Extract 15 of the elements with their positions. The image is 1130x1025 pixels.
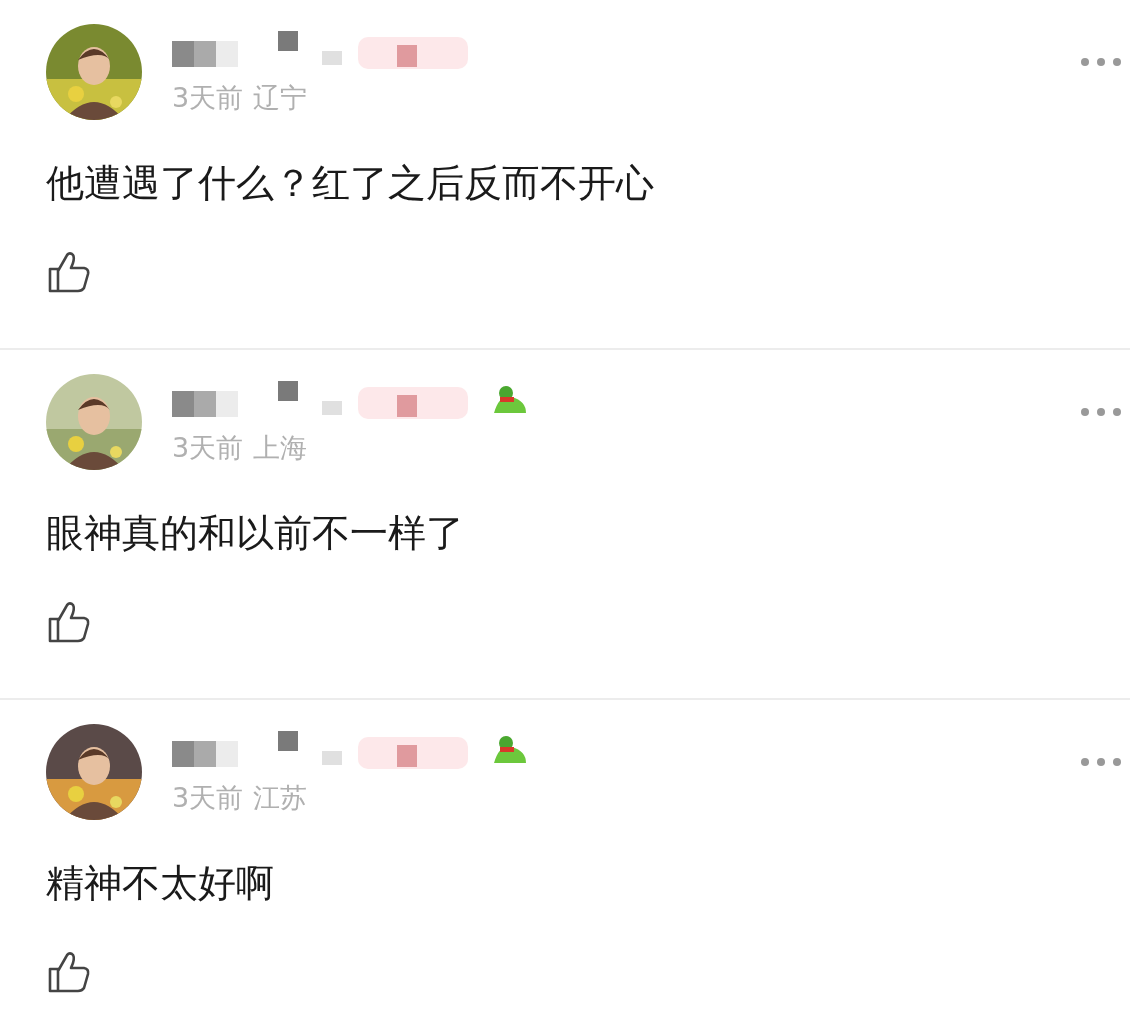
comment-text: 精神不太好啊: [46, 860, 274, 907]
thumbs-up-icon[interactable]: [46, 599, 92, 645]
comment-text: 眼神真的和以前不一样了: [46, 510, 464, 557]
comment-location: 江苏: [253, 781, 308, 815]
thumbs-up-icon[interactable]: [46, 949, 92, 995]
thumbs-up-icon[interactable]: [46, 249, 92, 295]
comment-time: 3天前: [172, 431, 244, 465]
comment-text: 他遭遇了什么？红了之后反而不开心: [46, 160, 654, 207]
comment-time: 3天前: [172, 781, 244, 815]
more-icon[interactable]: [1080, 757, 1122, 767]
more-icon[interactable]: [1080, 407, 1122, 417]
comment-location: 辽宁: [253, 81, 308, 115]
comment-time: 3天前: [172, 81, 244, 115]
comment-location: 上海: [253, 431, 308, 465]
more-icon[interactable]: [1080, 57, 1122, 67]
